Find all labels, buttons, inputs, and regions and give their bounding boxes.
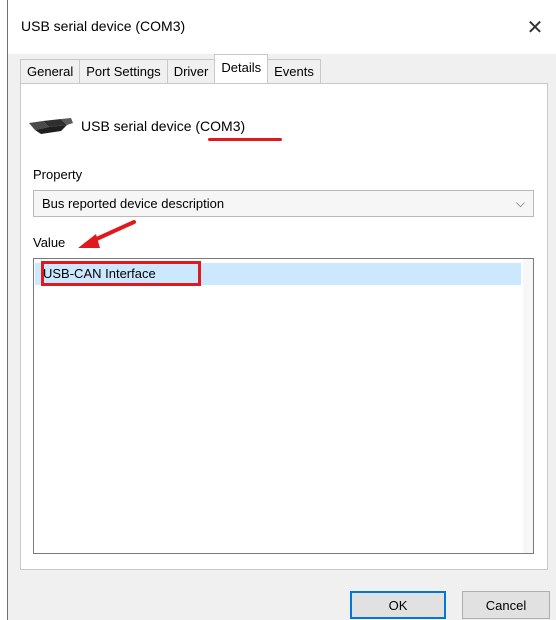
tab-driver[interactable]: Driver bbox=[166, 59, 216, 83]
device-header: USB serial device (COM3) bbox=[27, 115, 245, 137]
property-selected-value: Bus reported device description bbox=[42, 196, 225, 211]
tab-general[interactable]: General bbox=[20, 59, 81, 83]
cancel-button[interactable]: Cancel bbox=[462, 591, 550, 619]
tab-strip: General Port Settings Driver Details Eve… bbox=[20, 54, 321, 83]
device-name: USB serial device (COM3) bbox=[81, 118, 245, 134]
property-label: Property bbox=[33, 167, 83, 182]
value-highlight-annotation bbox=[41, 261, 201, 286]
title-bar: USB serial device (COM3) ✕ bbox=[8, 0, 556, 54]
ok-button[interactable]: OK bbox=[350, 591, 446, 619]
tab-port-settings[interactable]: Port Settings bbox=[79, 59, 168, 83]
usb-plug-icon bbox=[29, 118, 73, 134]
device-name-prefix: USB serial device bbox=[81, 118, 196, 134]
com-port-underline-annotation bbox=[208, 138, 282, 141]
chevron-down-icon: ⌵ bbox=[515, 196, 525, 210]
property-dropdown[interactable]: Bus reported device description ⌵ bbox=[33, 190, 534, 217]
close-icon[interactable]: ✕ bbox=[511, 0, 556, 54]
red-arrow-annotation bbox=[78, 220, 136, 248]
tab-details[interactable]: Details bbox=[214, 54, 269, 83]
value-listbox[interactable]: USB-CAN Interface bbox=[33, 258, 534, 554]
value-label: Value bbox=[33, 235, 66, 250]
window-title: USB serial device (COM3) bbox=[21, 18, 186, 34]
device-port: (COM3) bbox=[195, 118, 246, 134]
tab-events[interactable]: Events bbox=[267, 59, 321, 83]
scrollbar[interactable] bbox=[523, 259, 533, 553]
